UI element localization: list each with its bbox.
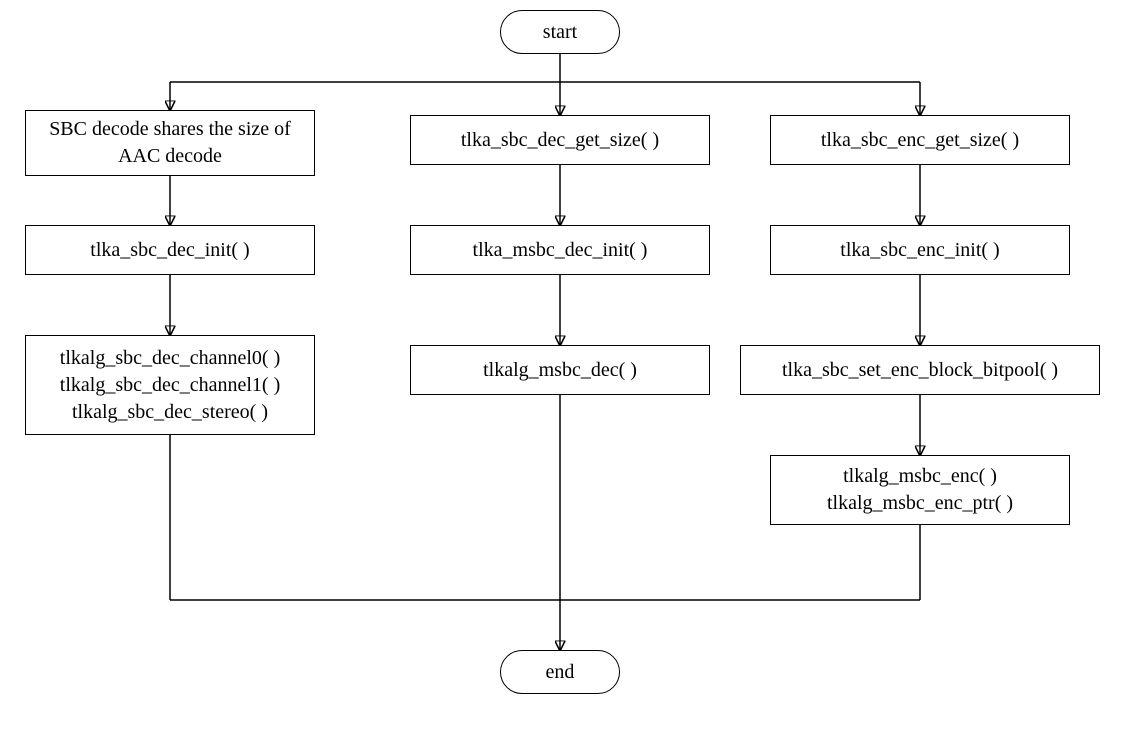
mid-process-node: tlkalg_msbc_dec( ) xyxy=(410,345,710,395)
left-init-node: tlka_sbc_dec_init( ) xyxy=(25,225,315,275)
mid-init-node: tlka_msbc_dec_init( ) xyxy=(410,225,710,275)
right-enc-line2: tlkalg_msbc_enc_ptr( ) xyxy=(827,490,1013,517)
right-init-node: tlka_sbc_enc_init( ) xyxy=(770,225,1070,275)
flowchart-canvas: start SBC decode shares the size of AAC … xyxy=(0,0,1138,745)
left-process-line1: tlkalg_sbc_dec_channel0( ) xyxy=(60,345,280,372)
left-size-node: SBC decode shares the size of AAC decode xyxy=(25,110,315,176)
mid-size-node: tlka_sbc_dec_get_size( ) xyxy=(410,115,710,165)
terminator-start: start xyxy=(500,10,620,54)
left-process-line3: tlkalg_sbc_dec_stereo( ) xyxy=(60,399,280,426)
terminator-end: end xyxy=(500,650,620,694)
left-process-node: tlkalg_sbc_dec_channel0( ) tlkalg_sbc_de… xyxy=(25,335,315,435)
right-bitpool-node: tlka_sbc_set_enc_block_bitpool( ) xyxy=(740,345,1100,395)
left-process-line2: tlkalg_sbc_dec_channel1( ) xyxy=(60,372,280,399)
right-enc-line1: tlkalg_msbc_enc( ) xyxy=(827,463,1013,490)
right-enc-node: tlkalg_msbc_enc( ) tlkalg_msbc_enc_ptr( … xyxy=(770,455,1070,525)
right-size-node: tlka_sbc_enc_get_size( ) xyxy=(770,115,1070,165)
